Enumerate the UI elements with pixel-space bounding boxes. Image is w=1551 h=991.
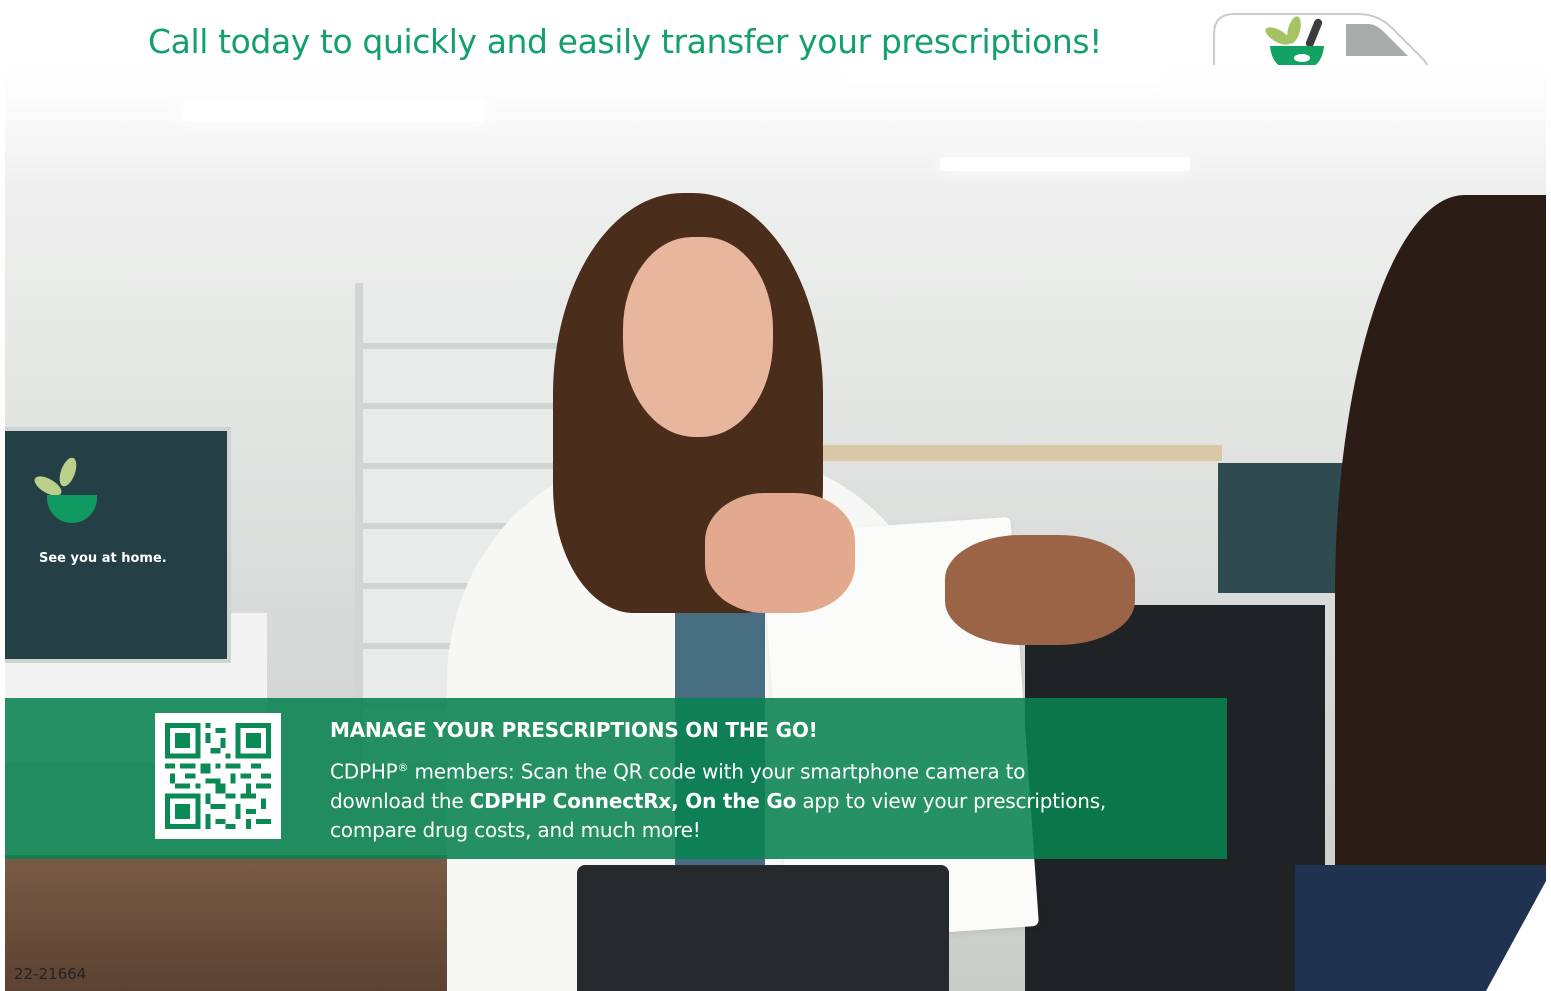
promo-body: CDPHP® members: Scan the QR code with yo…: [330, 753, 1210, 845]
flyer-page: Call today to quickly and easily transfe…: [0, 0, 1551, 991]
promo-banner: MANAGE YOUR PRESCRIPTIONS ON THE GO! CDP…: [5, 698, 1227, 859]
headline: Call today to quickly and easily transfe…: [148, 22, 1102, 61]
wall-monitor: See you at home.: [5, 427, 231, 663]
leaf-icon: [56, 455, 80, 489]
qr-code-icon: [155, 713, 281, 839]
back-counter: [810, 445, 1222, 461]
mortar-bowl-icon: [47, 495, 97, 523]
promo-line-1: members: Scan the QR code with your smar…: [408, 759, 1026, 784]
corner-accent: [1486, 881, 1546, 991]
registered-mark: ®: [397, 761, 409, 774]
photo-top-fade: [5, 65, 1546, 185]
promo-line-3: compare drug costs, and much more!: [330, 817, 701, 842]
promo-line-2-rest: app to view your prescriptions,: [796, 788, 1107, 813]
promo-title: MANAGE YOUR PRESCRIPTIONS ON THE GO!: [330, 718, 818, 742]
monitor-text: See you at home.: [39, 551, 167, 566]
pharmacist-hand: [705, 493, 855, 613]
document-code: 22-21664: [14, 965, 87, 983]
promo-line-2-prefix: download the: [330, 788, 470, 813]
brand-name: CDPHP: [330, 759, 398, 784]
customer-hand: [945, 535, 1135, 645]
receipt-printer: [577, 865, 949, 991]
pharmacist-face: [623, 237, 773, 437]
app-name: CDPHP ConnectRx, On the Go: [469, 788, 797, 813]
qr-code-pattern: [165, 723, 271, 829]
